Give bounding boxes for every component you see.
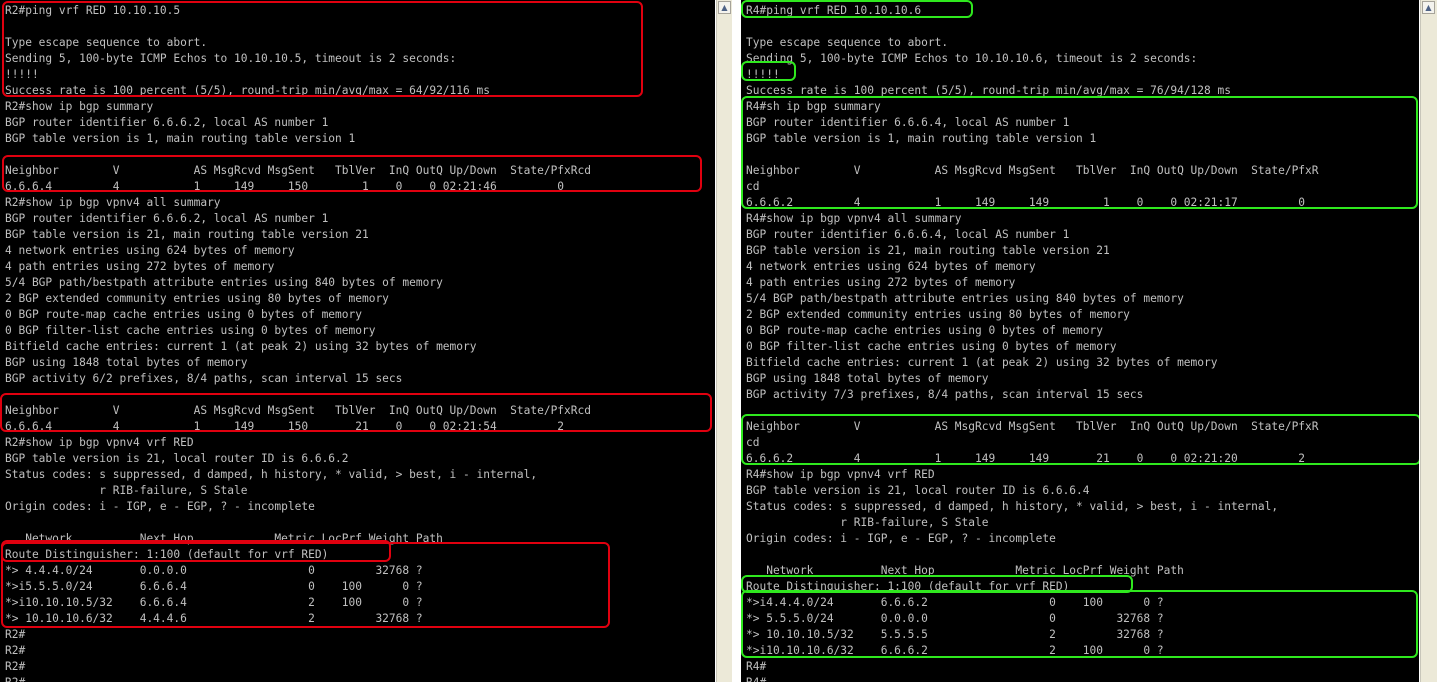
terminal-line: Type escape sequence to abort.	[746, 36, 949, 49]
right-terminal-output: R4#ping vrf RED 10.10.10.6 Type escape s…	[746, 3, 1319, 682]
terminal-line: Neighbor V AS MsgRcvd MsgSent TblVer InQ…	[746, 164, 1319, 177]
scroll-up-arrow-icon[interactable]: ▲	[1422, 1, 1435, 14]
terminal-line: 6.6.6.2 4 1 149 149 21 0 0 02:21:20 2	[746, 452, 1306, 465]
terminal-line: *> 5.5.5.0/24 0.0.0.0 0 32768 ?	[746, 612, 1164, 625]
terminal-line: R4#show ip bgp vpnv4 all summary	[746, 212, 962, 225]
terminal-line: Network Next Hop Metric LocPrf Weight Pa…	[5, 532, 443, 545]
terminal-line: r RIB-failure, S Stale	[746, 516, 989, 529]
terminal-line: R4#sh ip bgp summary	[746, 100, 881, 113]
terminal-line: 6.6.6.4 4 1 149 150 21 0 0 02:21:54 2	[5, 420, 565, 433]
terminal-line: Network Next Hop Metric LocPrf Weight Pa…	[746, 564, 1184, 577]
terminal-line: R2#show ip bgp vpnv4 vrf RED	[5, 436, 194, 449]
terminal-line: Neighbor V AS MsgRcvd MsgSent TblVer InQ…	[5, 404, 591, 417]
terminal-line: 4 path entries using 272 bytes of memory	[746, 276, 1016, 289]
terminal-line: R4#	[746, 660, 767, 673]
terminal-line: Bitfield cache entries: current 1 (at pe…	[746, 356, 1218, 369]
terminal-line: *>i4.4.4.0/24 6.6.6.2 0 100 0 ?	[746, 596, 1164, 609]
terminal-line: Status codes: s suppressed, d damped, h …	[5, 468, 538, 481]
terminal-line: *> 4.4.4.0/24 0.0.0.0 0 32768 ?	[5, 564, 423, 577]
terminal-line: BGP router identifier 6.6.6.2, local AS …	[5, 212, 329, 225]
terminal-line: 2 BGP extended community entries using 8…	[5, 292, 389, 305]
left-terminal-output: R2#ping vrf RED 10.10.10.5 Type escape s…	[5, 3, 591, 682]
terminal-line: R2#show ip bgp vpnv4 all summary	[5, 196, 221, 209]
terminal-line: BGP table version is 1, main routing tab…	[746, 132, 1097, 145]
terminal-line: R2#show ip bgp summary	[5, 100, 154, 113]
terminal-line: *> 10.10.10.6/32 4.4.4.6 2 32768 ?	[5, 612, 423, 625]
terminal-line: BGP table version is 1, main routing tab…	[5, 132, 356, 145]
terminal-line: *>i10.10.10.6/32 6.6.6.2 2 100 0 ?	[746, 644, 1164, 657]
terminal-line: R4#	[746, 676, 766, 682]
terminal-line: r RIB-failure, S Stale	[5, 484, 248, 497]
scroll-up-arrow-icon[interactable]: ▲	[718, 1, 731, 14]
terminal-line: BGP activity 6/2 prefixes, 8/4 paths, sc…	[5, 372, 403, 385]
right-scrollbar[interactable]: ▲	[1420, 0, 1437, 682]
terminal-line: R2#ping vrf RED 10.10.10.5	[5, 4, 181, 17]
terminal-line: Bitfield cache entries: current 1 (at pe…	[5, 340, 477, 353]
terminal-line: BGP router identifier 6.6.6.2, local AS …	[5, 116, 329, 129]
terminal-line: 4 path entries using 272 bytes of memory	[5, 260, 275, 273]
terminal-line: 0 BGP filter-list cache entries using 0 …	[746, 340, 1117, 353]
terminal-line: 2 BGP extended community entries using 8…	[746, 308, 1130, 321]
terminal-line: 0 BGP route-map cache entries using 0 by…	[5, 308, 362, 321]
terminal-line: Route Distinguisher: 1:100 (default for …	[5, 548, 329, 561]
terminal-line: BGP router identifier 6.6.6.4, local AS …	[746, 116, 1070, 129]
terminal-line: BGP table version is 21, local router ID…	[746, 484, 1090, 497]
left-scrollbar[interactable]: ▲	[716, 0, 732, 682]
terminal-line: *>i5.5.5.0/24 6.6.6.4 0 100 0 ?	[5, 580, 423, 593]
terminal-line: 6.6.6.4 4 1 149 150 1 0 0 02:21:46 0	[5, 180, 565, 193]
terminal-line: 6.6.6.2 4 1 149 149 1 0 0 02:21:17 0	[746, 196, 1306, 209]
terminal-line: Success rate is 100 percent (5/5), round…	[746, 84, 1231, 97]
terminal-line: Origin codes: i - IGP, e - EGP, ? - inco…	[5, 500, 315, 513]
terminal-line: 0 BGP filter-list cache entries using 0 …	[5, 324, 376, 337]
terminal-line: Status codes: s suppressed, d damped, h …	[746, 500, 1279, 513]
terminal-line: BGP activity 7/3 prefixes, 8/4 paths, sc…	[746, 388, 1144, 401]
terminal-line: Success rate is 100 percent (5/5), round…	[5, 84, 490, 97]
terminal-line: 0 BGP route-map cache entries using 0 by…	[746, 324, 1103, 337]
terminal-line: BGP using 1848 total bytes of memory	[5, 356, 248, 369]
terminal-line: 5/4 BGP path/bestpath attribute entries …	[5, 276, 443, 289]
right-terminal-pane[interactable]: R4#ping vrf RED 10.10.10.6 Type escape s…	[741, 0, 1419, 682]
terminal-line: R4#ping vrf RED 10.10.10.6	[746, 4, 922, 17]
terminal-line: Type escape sequence to abort.	[5, 36, 208, 49]
terminal-line: Route Distinguisher: 1:100 (default for …	[746, 580, 1070, 593]
terminal-line: 5/4 BGP path/bestpath attribute entries …	[746, 292, 1184, 305]
terminal-line: R2#	[5, 628, 26, 641]
terminal-line: !!!!!	[746, 68, 780, 81]
terminal-line: Neighbor V AS MsgRcvd MsgSent TblVer InQ…	[5, 164, 591, 177]
terminal-line: BGP using 1848 total bytes of memory	[746, 372, 989, 385]
terminal-line: 4 network entries using 624 bytes of mem…	[5, 244, 295, 257]
terminal-line: Neighbor V AS MsgRcvd MsgSent TblVer InQ…	[746, 420, 1319, 433]
terminal-line: Sending 5, 100-byte ICMP Echos to 10.10.…	[5, 52, 457, 65]
terminal-line: cd	[746, 180, 760, 193]
terminal-line: Origin codes: i - IGP, e - EGP, ? - inco…	[746, 532, 1056, 545]
terminal-line: Sending 5, 100-byte ICMP Echos to 10.10.…	[746, 52, 1198, 65]
terminal-line: R4#show ip bgp vpnv4 vrf RED	[746, 468, 935, 481]
terminal-line: BGP table version is 21, main routing ta…	[5, 228, 369, 241]
terminal-line: *> 10.10.10.5/32 5.5.5.5 2 32768 ?	[746, 628, 1164, 641]
terminal-line: BGP table version is 21, main routing ta…	[746, 244, 1110, 257]
terminal-line: R2#	[5, 660, 26, 673]
terminal-line: R2#	[5, 644, 26, 657]
left-terminal-pane[interactable]: R2#ping vrf RED 10.10.10.5 Type escape s…	[0, 0, 715, 682]
terminal-line: BGP router identifier 6.6.6.4, local AS …	[746, 228, 1070, 241]
terminal-line: R2#	[5, 676, 25, 682]
terminal-line: 4 network entries using 624 bytes of mem…	[746, 260, 1036, 273]
terminal-line: BGP table version is 21, local router ID…	[5, 452, 349, 465]
terminal-line: *>i10.10.10.5/32 6.6.6.4 2 100 0 ?	[5, 596, 423, 609]
terminal-line: !!!!!	[5, 68, 39, 81]
terminal-line: cd	[746, 436, 760, 449]
